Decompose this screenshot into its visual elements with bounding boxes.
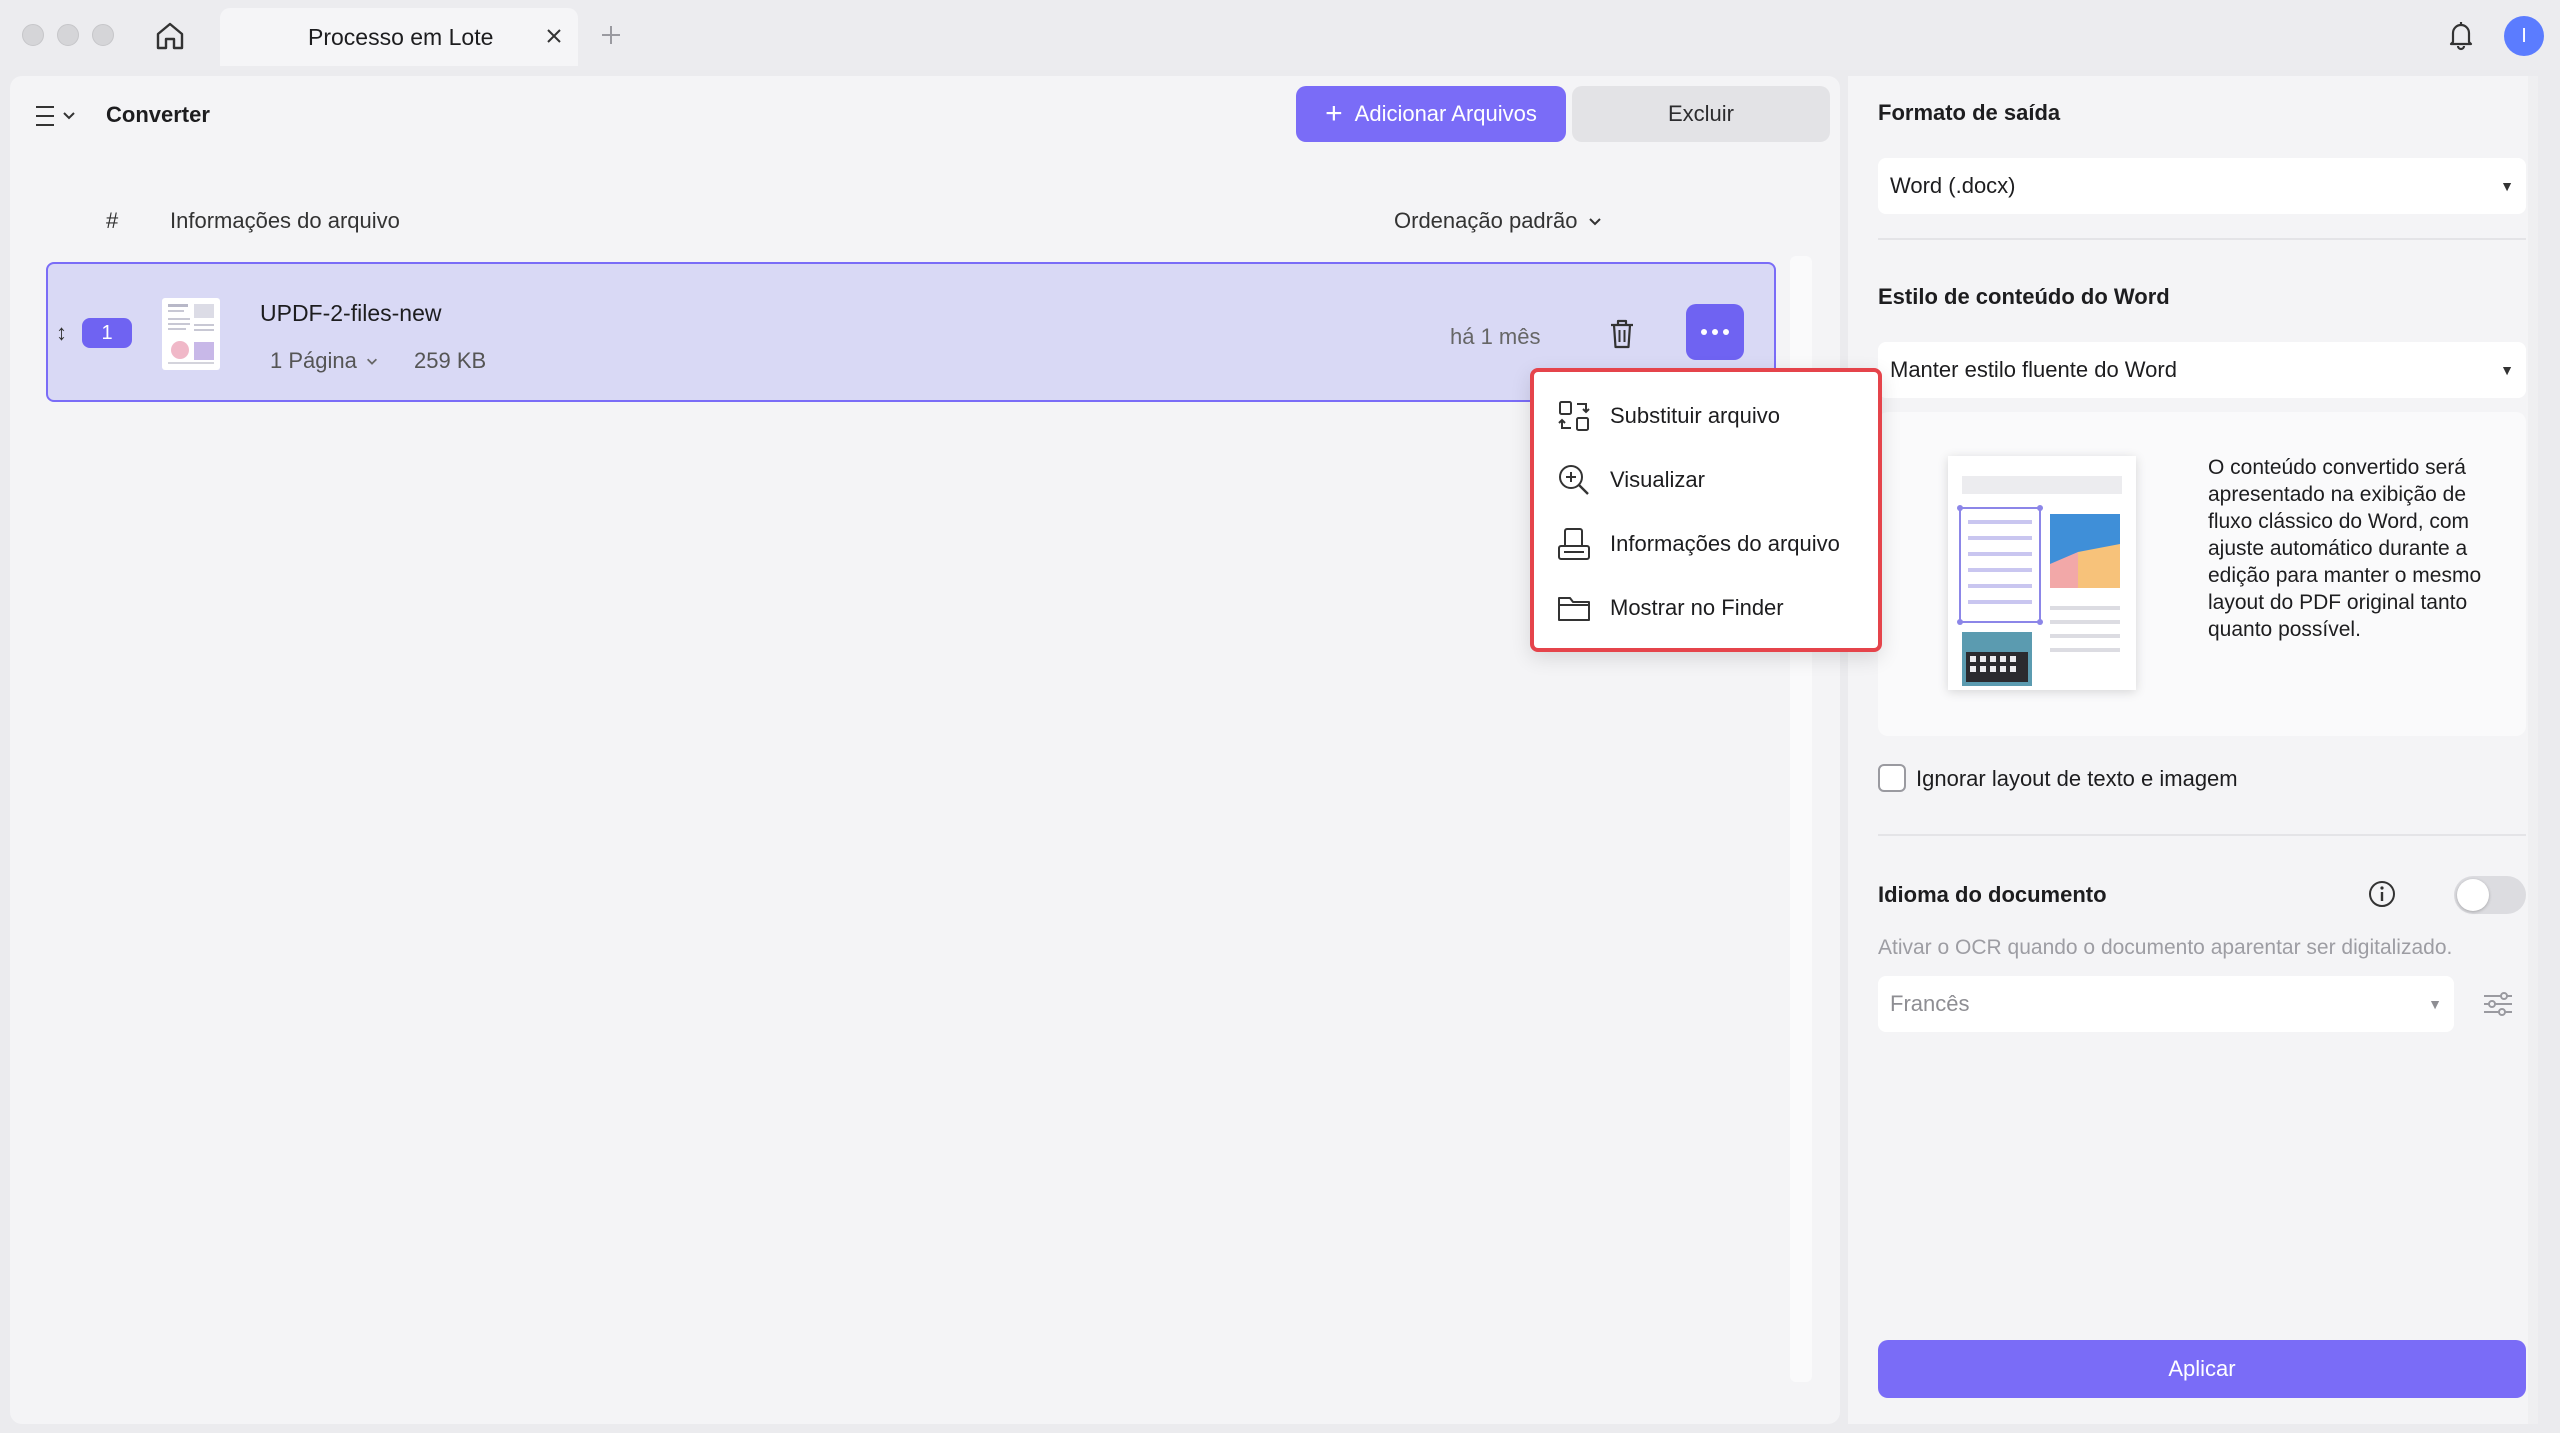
add-files-label: Adicionar Arquivos bbox=[1354, 101, 1537, 126]
tab-title: Processo em Lote bbox=[308, 24, 494, 50]
page-count: 1 Página bbox=[270, 348, 357, 373]
style-description: O conteúdo convertido será apresentado n… bbox=[2208, 456, 2482, 641]
menu-item-label: Visualizar bbox=[1610, 467, 1705, 492]
title-bar: Processo em Lote I bbox=[0, 0, 2560, 70]
caret-down-icon: ▼ bbox=[2428, 996, 2442, 1012]
settings-scrollbar[interactable] bbox=[2528, 76, 2538, 1424]
file-info-icon bbox=[1558, 528, 1590, 560]
sliders-icon[interactable] bbox=[2480, 986, 2516, 1022]
replace-icon bbox=[1558, 401, 1590, 431]
word-style-select[interactable]: Manter estilo fluente do Word ▼ bbox=[1878, 342, 2526, 398]
flow-layout-illustration bbox=[1948, 456, 2136, 690]
ocr-hint: Ativar o OCR quando o documento aparenta… bbox=[1878, 936, 2453, 959]
chevron-down-icon bbox=[366, 358, 377, 365]
divider bbox=[1878, 834, 2526, 836]
word-style-heading: Estilo de conteúdo do Word bbox=[1878, 284, 2170, 309]
more-options-button[interactable] bbox=[1686, 304, 1744, 360]
menu-item-label: Informações do arquivo bbox=[1610, 531, 1840, 556]
trash-icon[interactable] bbox=[1602, 314, 1642, 354]
tab-batch-process[interactable]: Processo em Lote bbox=[220, 8, 578, 66]
column-header-file-info: Informações do arquivo bbox=[170, 208, 400, 233]
table-row[interactable]: ↕ 1 UPDF-2-files-new 1 Página 259 KB há … bbox=[46, 262, 1776, 402]
info-icon[interactable] bbox=[2366, 878, 2398, 910]
bell-icon[interactable] bbox=[2444, 18, 2478, 52]
file-size: 259 KB bbox=[414, 348, 487, 373]
plus-icon: + bbox=[1325, 97, 1343, 130]
language-value: Francês bbox=[1890, 991, 1970, 1016]
column-header-number: # bbox=[106, 208, 119, 233]
window-minimize-button[interactable] bbox=[57, 24, 79, 46]
window-close-button[interactable] bbox=[22, 24, 44, 46]
style-preview-card: O conteúdo convertido será apresentado n… bbox=[1878, 412, 2526, 736]
page-range-dropdown[interactable]: 1 Página bbox=[270, 348, 379, 374]
menu-item-show-in-finder[interactable]: Mostrar no Finder bbox=[1556, 584, 1876, 632]
window-zoom-button[interactable] bbox=[92, 24, 114, 46]
avatar[interactable]: I bbox=[2504, 16, 2544, 56]
output-format-select[interactable]: Word (.docx) ▼ bbox=[1878, 158, 2526, 214]
menu-item-label: Substituir arquivo bbox=[1610, 403, 1780, 428]
zoom-in-icon bbox=[1559, 465, 1589, 495]
word-style-value: Manter estilo fluente do Word bbox=[1890, 357, 2177, 382]
add-files-button[interactable]: + Adicionar Arquivos bbox=[1296, 86, 1566, 142]
file-name: UPDF-2-files-new bbox=[260, 300, 442, 326]
output-format-value: Word (.docx) bbox=[1890, 173, 2016, 198]
chevron-down-icon bbox=[1589, 218, 1602, 226]
ignore-layout-checkbox[interactable] bbox=[1878, 764, 1906, 792]
divider bbox=[1878, 238, 2526, 240]
folder-icon bbox=[1558, 597, 1590, 621]
ellipsis-icon bbox=[1701, 329, 1729, 335]
menu-item-preview[interactable]: Visualizar bbox=[1556, 456, 1876, 504]
row-number-badge: 1 bbox=[82, 318, 132, 348]
menu-item-label: Mostrar no Finder bbox=[1610, 595, 1784, 620]
new-tab-plus-icon[interactable] bbox=[596, 20, 626, 50]
language-select[interactable]: Francês ▼ bbox=[1878, 976, 2454, 1032]
ocr-toggle[interactable] bbox=[2454, 876, 2526, 914]
sort-dropdown[interactable]: Ordenação padrão bbox=[1394, 208, 1603, 234]
close-icon[interactable] bbox=[542, 24, 566, 48]
modified-time: há 1 mês bbox=[1450, 324, 1541, 349]
home-icon[interactable] bbox=[150, 16, 190, 56]
delete-button[interactable]: Excluir bbox=[1572, 86, 1830, 142]
document-language-heading: Idioma do documento bbox=[1878, 882, 2107, 907]
toggle-knob bbox=[2457, 879, 2489, 911]
file-thumbnail bbox=[162, 298, 220, 370]
page-title: Converter bbox=[106, 102, 210, 127]
menu-item-replace-file[interactable]: Substituir arquivo bbox=[1556, 392, 1876, 440]
drag-handle-icon[interactable]: ↕ bbox=[56, 320, 67, 346]
file-list-panel: Converter + Adicionar Arquivos Excluir #… bbox=[10, 76, 1840, 1424]
caret-down-icon: ▼ bbox=[2500, 178, 2514, 194]
menu-item-file-info[interactable]: Informações do arquivo bbox=[1556, 520, 1876, 568]
ignore-layout-label[interactable]: Ignorar layout de texto e imagem bbox=[1916, 766, 2238, 792]
hamburger-menu-icon[interactable] bbox=[34, 102, 84, 132]
sort-label: Ordenação padrão bbox=[1394, 208, 1578, 233]
settings-panel: Formato de saída Word (.docx) ▼ Estilo d… bbox=[1848, 76, 2538, 1424]
file-context-menu: Substituir arquivo Visualizar Informaçõe… bbox=[1530, 368, 1882, 652]
output-format-heading: Formato de saída bbox=[1878, 100, 2061, 125]
apply-button[interactable]: Aplicar bbox=[1878, 1340, 2526, 1398]
caret-down-icon: ▼ bbox=[2500, 362, 2514, 378]
